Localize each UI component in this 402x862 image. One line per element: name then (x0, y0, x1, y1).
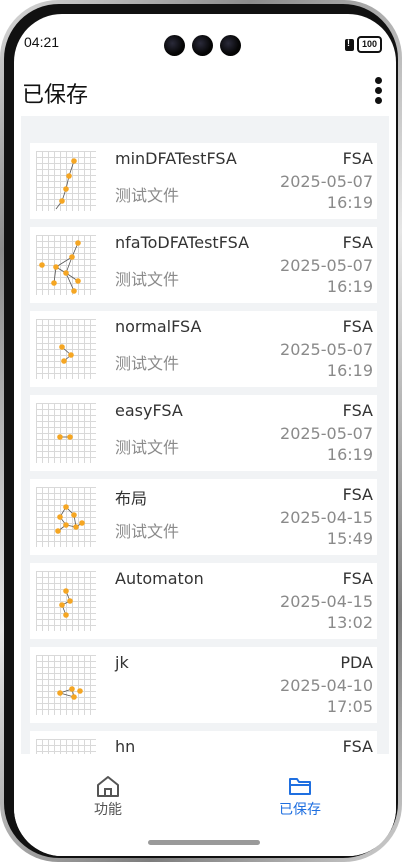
item-time: 16:19 (326, 193, 373, 212)
more-vertical-icon (374, 77, 382, 84)
camera-dot (192, 35, 213, 56)
nav-label-saved: 已保存 (279, 802, 321, 818)
nav-tab-functions[interactable]: 功能 (68, 774, 148, 819)
item-description: 测试文件 (115, 522, 180, 541)
item-date: 2025-04-15 (280, 592, 373, 611)
item-description: 测试文件 (115, 438, 180, 457)
item-type: FSA (342, 149, 373, 168)
item-type: FSA (342, 737, 373, 754)
item-name: hn (115, 737, 136, 754)
item-type: FSA (342, 233, 373, 252)
camera-dot (164, 35, 185, 56)
item-type: PDA (340, 653, 373, 672)
item-time: 16:19 (326, 277, 373, 296)
status-bar: 04:21 100 (14, 14, 396, 74)
automaton-thumbnail (36, 235, 96, 295)
phone-frame: 04:21 100 已保存 (0, 0, 402, 862)
item-time: 16:19 (326, 445, 373, 464)
automaton-diagram-icon (57, 434, 73, 440)
automaton-thumbnail (36, 319, 96, 379)
folder-icon (289, 778, 311, 795)
item-time: 17:05 (326, 697, 373, 716)
saved-item-card[interactable]: normalFSA 测试文件 FSA 2025-05-07 16:19 (30, 311, 377, 387)
saved-item-card[interactable]: minDFATestFSA 测试文件 FSA 2025-05-07 16:19 (30, 143, 377, 219)
screen: 04:21 100 已保存 (14, 14, 396, 856)
battery-indicator: 100 (344, 36, 382, 53)
item-name: normalFSA (115, 317, 202, 336)
saved-list-area[interactable]: minDFATestFSA 测试文件 FSA 2025-05-07 16:19 (21, 116, 389, 754)
item-date: 2025-05-07 (280, 256, 373, 275)
saved-item-card[interactable]: nfaToDFATestFSA 测试文件 FSA 2025-05-07 16:1… (30, 227, 377, 303)
automaton-thumbnail (36, 487, 96, 547)
battery-saver-icon (344, 38, 354, 51)
nav-label-functions: 功能 (94, 802, 122, 818)
item-name: 布局 (115, 489, 148, 508)
item-time: 16:19 (326, 361, 373, 380)
home-indicator-bar[interactable] (148, 840, 260, 845)
automaton-thumbnail (36, 655, 96, 715)
item-date: 2025-05-07 (280, 424, 373, 443)
item-description: 测试文件 (115, 270, 180, 289)
more-dot (374, 87, 382, 94)
item-type: FSA (342, 401, 373, 420)
item-date: 2025-04-10 (280, 676, 373, 695)
more-dot (374, 97, 382, 104)
item-time: 15:49 (326, 529, 373, 548)
automaton-diagram-icon (59, 344, 74, 364)
status-time: 04:21 (24, 34, 60, 50)
automaton-diagram-icon (59, 588, 73, 618)
item-name: Automaton (115, 569, 204, 588)
item-date: 2025-05-07 (280, 172, 373, 191)
saved-item-card[interactable]: 布局 测试文件 FSA 2025-04-15 15:49 (30, 479, 377, 555)
automaton-diagram-icon (57, 686, 83, 700)
automaton-thumbnail (36, 739, 96, 754)
item-name: jk (115, 653, 129, 672)
automaton-diagram-icon (55, 504, 85, 534)
nav-tab-saved[interactable]: 已保存 (260, 774, 340, 819)
item-description: 测试文件 (115, 354, 180, 373)
page-title: 已保存 (22, 83, 89, 108)
saved-item-card[interactable]: easyFSA 测试文件 FSA 2025-05-07 16:19 (30, 395, 377, 471)
item-type: FSA (342, 569, 373, 588)
saved-item-card[interactable]: Automaton FSA 2025-04-15 13:02 (30, 563, 377, 639)
item-description: 测试文件 (115, 186, 180, 205)
phone-bezel: 04:21 100 已保存 (4, 4, 398, 858)
saved-list: minDFATestFSA 测试文件 FSA 2025-05-07 16:19 (30, 143, 377, 754)
item-type: FSA (342, 485, 373, 504)
automaton-thumbnail (36, 571, 96, 631)
item-date: 2025-04-15 (280, 508, 373, 527)
item-date: 2025-05-07 (280, 340, 373, 359)
battery-level: 100 (356, 36, 382, 53)
automaton-diagram-icon (39, 240, 81, 294)
automaton-diagram-icon (55, 158, 77, 210)
automaton-thumbnail (36, 403, 96, 463)
automaton-thumbnail (36, 151, 96, 211)
item-name: easyFSA (115, 401, 183, 420)
saved-item-card[interactable]: hn FSA (30, 731, 377, 754)
home-icon (97, 776, 119, 797)
more-options-button[interactable] (372, 75, 384, 109)
item-name: minDFATestFSA (115, 149, 237, 168)
app-header: 已保存 (14, 69, 396, 117)
camera-dot (220, 35, 241, 56)
item-time: 13:02 (326, 613, 373, 632)
saved-item-card[interactable]: jk PDA 2025-04-10 17:05 (30, 647, 377, 723)
item-type: FSA (342, 317, 373, 336)
item-name: nfaToDFATestFSA (115, 233, 250, 252)
